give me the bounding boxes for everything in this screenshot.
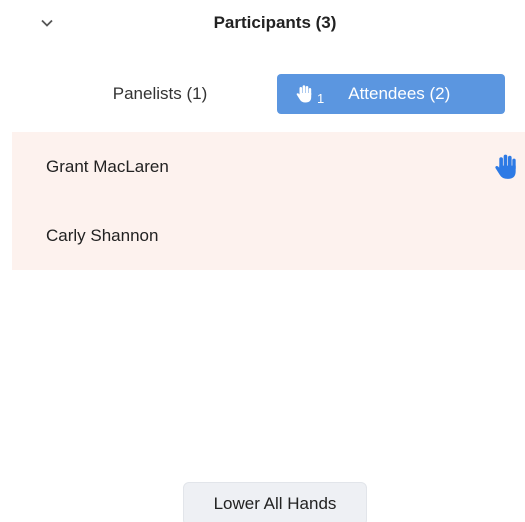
tab-panelists-label: Panelists (1) [112,84,208,103]
tab-attendees-label: Attendees (2) [348,84,451,103]
tab-panelists[interactable]: Panelists (1) [80,74,240,114]
list-item[interactable]: Grant MacLaren [12,132,525,201]
raised-hand-icon [493,153,521,181]
attendee-name: Carly Shannon [46,225,159,245]
attendee-list: Grant MacLaren Carly Shannon [12,132,525,270]
lower-all-hands-button[interactable]: Lower All Hands [183,482,367,522]
tab-attendees[interactable]: 1 Attendees (2) [277,74,505,114]
attendee-name: Grant MacLaren [46,156,169,176]
raised-hand-icon [295,84,315,104]
raised-hands-count: 1 [317,90,325,106]
list-item[interactable]: Carly Shannon [12,201,525,270]
panel-title: Participants (3) [213,13,337,32]
